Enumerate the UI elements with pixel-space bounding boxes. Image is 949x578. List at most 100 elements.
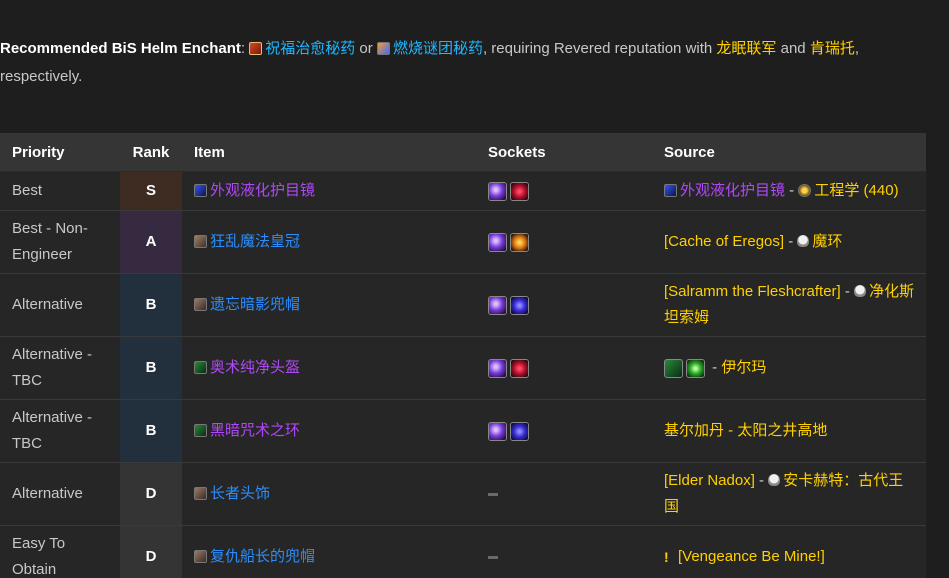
source-cell: 基尔加丹 - 太阳之井高地: [652, 399, 926, 463]
source-separator: -: [784, 233, 798, 250]
profession-link[interactable]: 工程学: [814, 182, 859, 199]
source-link[interactable]: 基尔加丹 - 太阳之井高地: [664, 422, 827, 439]
priority-cell: Alternative - TBC: [0, 336, 120, 400]
meta-gem-icon[interactable]: [488, 181, 507, 201]
table-row: Alternative D 长者头饰 [Elder Nadox] - 安卡赫特：…: [0, 462, 926, 526]
orange-gem-icon[interactable]: [510, 232, 529, 252]
hood-icon: [194, 298, 207, 311]
source-item-link[interactable]: 外观液化护目镜: [680, 182, 785, 199]
sockets-cell: [476, 210, 652, 274]
red-gem-icon[interactable]: [510, 358, 529, 378]
helm-priority-table: Priority Rank Item Sockets Source Best S…: [0, 133, 926, 578]
meta-gem-icon[interactable]: [488, 295, 507, 315]
sockets-cell: [476, 525, 652, 578]
rank-cell: D: [120, 525, 182, 578]
rank-cell: B: [120, 336, 182, 400]
enchant-shield-icon: [249, 42, 263, 55]
sockets-cell: [476, 462, 652, 526]
priority-cell: Alternative: [0, 462, 120, 526]
item-link[interactable]: 黑暗咒术之环: [210, 422, 300, 439]
source-cell: [Cache of Eregos] - 魔环: [652, 210, 926, 274]
header-item: Item: [182, 133, 476, 172]
table-row: Alternative B 遗忘暗影兜帽 [Salramm the Fleshc…: [0, 273, 926, 337]
engineering-icon: [798, 184, 812, 197]
enchant-flame-icon: [376, 42, 390, 55]
item-cell: 奥术纯净头盔: [182, 336, 476, 400]
priority-cell: Easy To Obtain: [0, 525, 120, 578]
sockets-cell: [476, 336, 652, 400]
sockets-cell: [476, 171, 652, 211]
item-link[interactable]: 奥术纯净头盔: [210, 359, 300, 376]
rank-cell: S: [120, 171, 182, 211]
item-link[interactable]: 狂乱魔法皇冠: [210, 233, 300, 250]
rank-cell: B: [120, 399, 182, 463]
source-cell: ! [Vengeance Be Mine!]: [652, 525, 926, 578]
table-row: Best - Non-Engineer A 狂乱魔法皇冠 [Cache of E…: [0, 210, 926, 274]
skull-icon: [797, 235, 810, 247]
priority-cell: Best - Non-Engineer: [0, 210, 120, 274]
source-cell: [Elder Nadox] - 安卡赫特：古代王国: [652, 462, 926, 526]
meta-gem-icon[interactable]: [488, 421, 507, 441]
item-cell: 长者头饰: [182, 462, 476, 526]
skull-icon: [768, 474, 781, 486]
goggles-icon: [194, 184, 207, 197]
intro-and: and: [776, 40, 810, 57]
faction-link-2[interactable]: 肯瑞托: [810, 40, 855, 57]
ring-icon[interactable]: [686, 358, 705, 378]
red-gem-icon[interactable]: [510, 181, 529, 201]
header-priority: Priority: [0, 133, 120, 172]
enchant-link-1[interactable]: 祝福治愈秘药: [265, 40, 355, 57]
item-link[interactable]: 外观液化护目镜: [210, 182, 315, 199]
meta-gem-icon[interactable]: [488, 358, 507, 378]
rank-cell: D: [120, 462, 182, 526]
blue-gem-icon[interactable]: [510, 295, 529, 315]
helm-enchant-paragraph: Recommended BiS Helm Enchant: 祝福治愈秘药 or …: [0, 35, 940, 91]
skill-level: (440): [859, 182, 899, 199]
intro-colon: :: [240, 40, 246, 57]
helm-icon: [194, 361, 207, 374]
table-header-row: Priority Rank Item Sockets Source: [0, 133, 926, 172]
meta-gem-icon[interactable]: [488, 232, 507, 252]
intro-label: Recommended BiS Helm Enchant: [0, 40, 241, 57]
faction-link-1[interactable]: 龙眠联军: [716, 40, 776, 57]
source-link[interactable]: [Cache of Eregos]: [664, 233, 784, 250]
no-sockets-dash: [488, 555, 498, 559]
table-row: Best S 外观液化护目镜 外观液化护目镜 - 工程学 (440): [0, 171, 926, 211]
source-link[interactable]: [Elder Nadox]: [664, 472, 755, 489]
source-link[interactable]: [Salramm the Fleshcrafter]: [664, 283, 841, 300]
table-row: Alternative - TBC B 奥术纯净头盔 - 伊尔玛: [0, 336, 926, 400]
intro-requiring: , requiring Revered reputation with: [482, 40, 717, 57]
item-cell: 遗忘暗影兜帽: [182, 273, 476, 337]
dungeon-link[interactable]: 魔环: [812, 233, 842, 250]
crown-icon: [194, 235, 207, 248]
source-cell: [Salramm the Fleshcrafter] - 净化斯坦索姆: [652, 273, 926, 337]
enchant-link-2[interactable]: 燃烧谜团秘药: [393, 40, 483, 57]
priority-cell: Alternative - TBC: [0, 399, 120, 463]
item-link[interactable]: 遗忘暗影兜帽: [210, 296, 300, 313]
source-separator: -: [785, 182, 799, 199]
rank-cell: A: [120, 210, 182, 274]
header-source: Source: [652, 133, 926, 172]
source-separator: -: [708, 359, 722, 376]
item-cell: 外观液化护目镜: [182, 171, 476, 211]
helm-icon[interactable]: [664, 358, 683, 378]
helm-icon: [194, 424, 207, 437]
quest-exclamation-icon: !: [664, 549, 669, 565]
hood-icon: [194, 550, 207, 563]
no-sockets-dash: [488, 492, 498, 496]
intro-or: or: [355, 40, 377, 57]
blue-gem-icon[interactable]: [510, 421, 529, 441]
skull-icon: [854, 285, 867, 297]
table-row: Alternative - TBC B 黑暗咒术之环 基尔加丹 - 太阳之井高地: [0, 399, 926, 463]
item-link[interactable]: 长者头饰: [210, 485, 270, 502]
priority-cell: Best: [0, 171, 120, 211]
item-cell: 狂乱魔法皇冠: [182, 210, 476, 274]
hood-icon: [194, 487, 207, 500]
npc-link[interactable]: 伊尔玛: [721, 359, 766, 376]
source-cell: 外观液化护目镜 - 工程学 (440): [652, 171, 926, 211]
quest-link[interactable]: [Vengeance Be Mine!]: [678, 548, 825, 565]
header-sockets: Sockets: [476, 133, 652, 172]
header-rank: Rank: [120, 133, 182, 172]
item-cell: 黑暗咒术之环: [182, 399, 476, 463]
item-link[interactable]: 复仇船长的兜帽: [210, 548, 315, 565]
